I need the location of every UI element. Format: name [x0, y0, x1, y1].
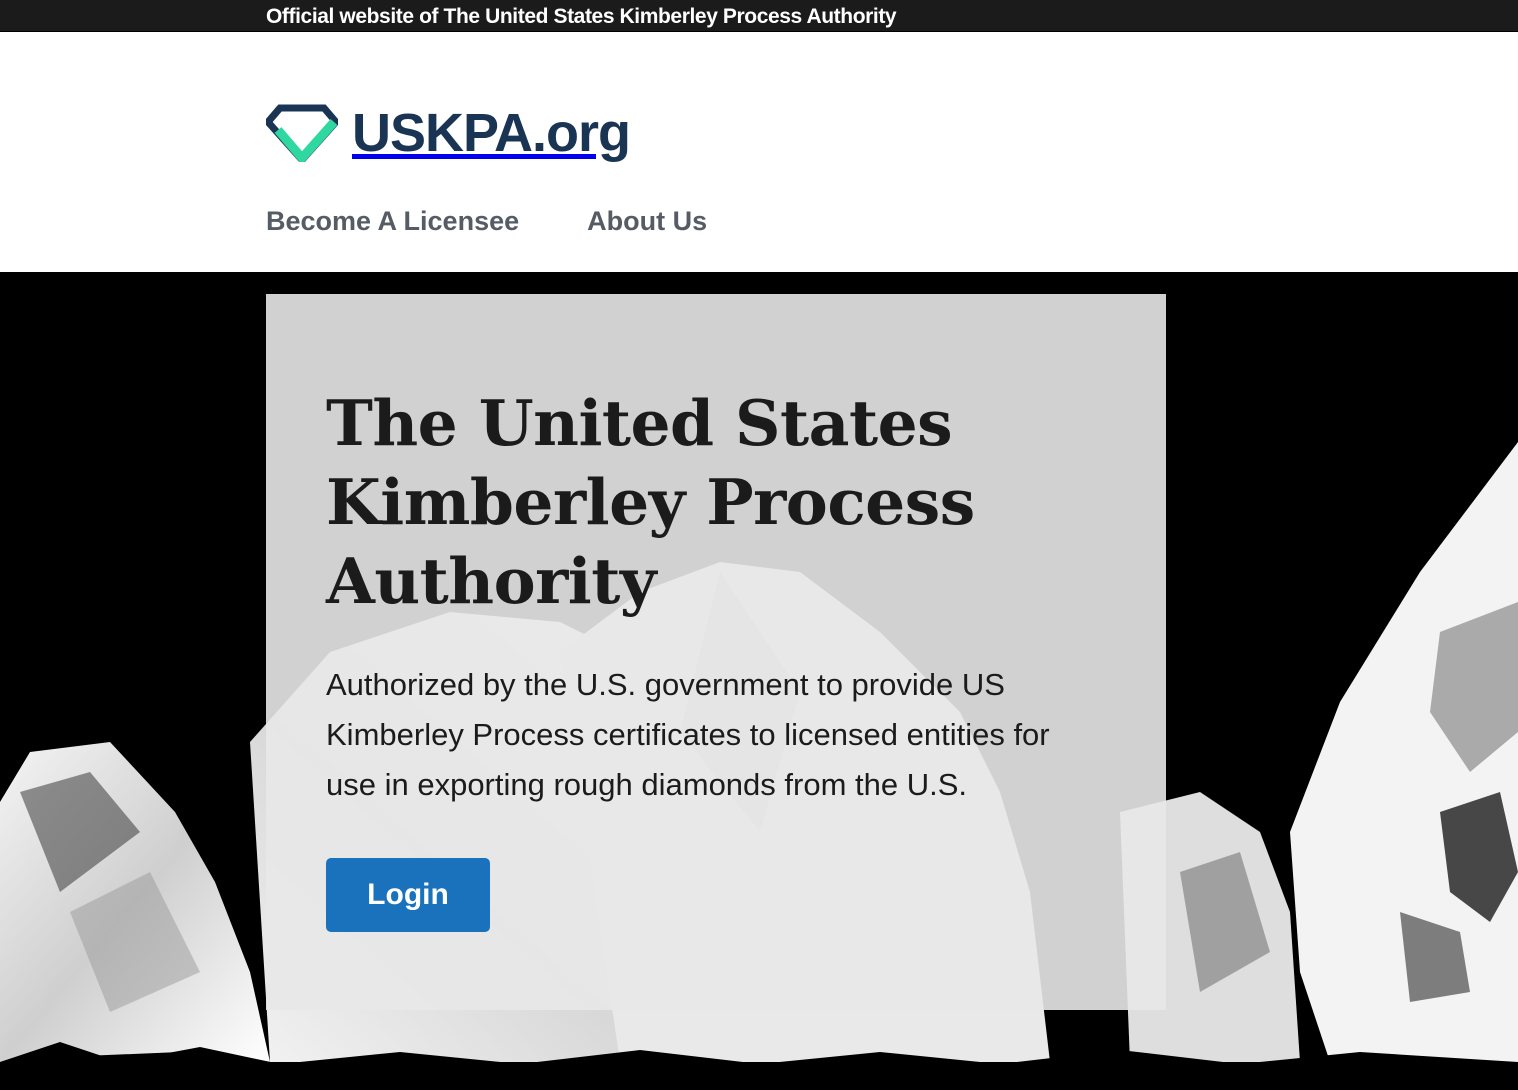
- diamond-logo-icon: [266, 104, 338, 162]
- logo-text: USKPA.org: [352, 103, 631, 163]
- hero-section: The United States Kimberley Process Auth…: [0, 272, 1518, 1090]
- nav-about-us[interactable]: About Us: [587, 206, 707, 237]
- nav-become-a-licensee[interactable]: Become A Licensee: [266, 206, 519, 237]
- official-banner-text: Official website of The United States Ki…: [266, 5, 897, 28]
- hero-title: The United States Kimberley Process Auth…: [326, 386, 975, 618]
- hero-card: The United States Kimberley Process Auth…: [266, 294, 1166, 1010]
- primary-nav: Become A Licensee About Us: [266, 206, 707, 237]
- site-logo-link[interactable]: USKPA.org: [266, 100, 631, 166]
- login-button[interactable]: Login: [326, 858, 490, 932]
- hero-description: Authorized by the U.S. government to pro…: [326, 667, 1050, 802]
- official-banner: Official website of The United States Ki…: [0, 0, 1518, 32]
- site-header: USKPA.org Become A Licensee About Us: [0, 32, 1518, 272]
